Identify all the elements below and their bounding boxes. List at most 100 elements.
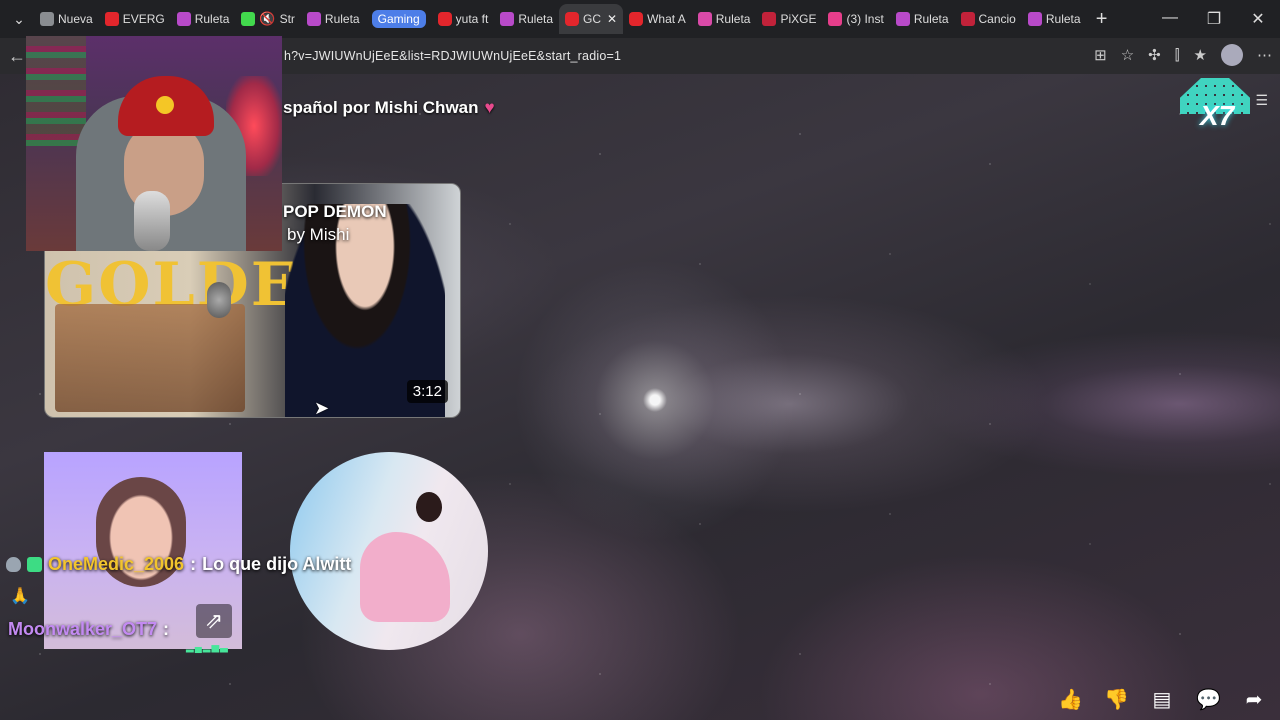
profile-avatar[interactable] — [1221, 44, 1243, 66]
video-duration: 3:12 — [406, 380, 448, 403]
tab-label: Ruleta — [194, 12, 230, 26]
tab-12[interactable]: PiXGE — [756, 4, 822, 34]
youtube-icon — [629, 12, 644, 26]
cap-logo-icon — [156, 96, 174, 114]
circular-photo — [290, 452, 488, 650]
tab-5[interactable]: Ruleta — [301, 4, 366, 34]
tab-favicon-icon — [241, 12, 256, 26]
tab-favicon-icon — [960, 12, 975, 26]
heart-icon: ♥ — [484, 98, 495, 117]
x7-logo: X7 — [1180, 78, 1258, 134]
tab-list: Nueva EVERG Ruleta 🔇 Str Ruleta Gaming yu… — [34, 4, 1087, 34]
microphone-icon — [207, 282, 231, 318]
tab-favicon-icon — [500, 12, 515, 26]
chat-username: Moonwalker_OT7 — [8, 619, 158, 639]
tab-14[interactable]: Ruleta — [890, 4, 955, 34]
playlist-icon[interactable]: ☰ — [1255, 92, 1268, 109]
favorites-icon[interactable]: ★ — [1194, 46, 1207, 64]
share-icon[interactable]: ➦ — [1242, 687, 1266, 712]
tab-10[interactable]: What A — [623, 4, 692, 34]
tab-label: Ruleta — [518, 12, 554, 26]
tab-favicon-icon — [104, 12, 119, 26]
video-title-text: spañol por Mishi Chwan — [283, 98, 479, 117]
toolbar-icons: ⊞ ☆ ✣ ⫿ ★ ⋯ — [1094, 44, 1272, 66]
more-menu-icon[interactable]: ⋯ — [1257, 46, 1272, 64]
tab-13[interactable]: (3) Inst — [822, 4, 889, 34]
thumbnail-title-line1: POP DEMON — [283, 202, 387, 221]
tab-label: Nueva — [58, 12, 93, 26]
chat-separator: : — [190, 554, 197, 574]
tab-11[interactable]: Ruleta — [692, 4, 757, 34]
photo-figure — [360, 532, 450, 622]
tab-3[interactable]: Ruleta — [171, 4, 236, 34]
youtube-icon — [565, 12, 580, 26]
thumbs-down-icon[interactable]: 👎 — [1104, 687, 1129, 712]
chat-username: OneMedic_2006 — [48, 554, 185, 574]
gift-badge-icon — [27, 557, 42, 572]
chat-text: Lo que dijo Alwitt — [202, 554, 352, 574]
tab-label: EVERG — [122, 12, 165, 26]
tab-label: Ruleta — [913, 12, 949, 26]
photo-figure-head — [416, 492, 442, 522]
split-screen-icon[interactable]: ⫿ — [1175, 47, 1180, 64]
comment-icon[interactable]: ▤ — [1150, 687, 1174, 712]
tab-group-gaming[interactable]: Gaming — [366, 4, 432, 34]
tab-favicon-icon — [306, 12, 321, 26]
tab-label: (3) Inst — [846, 12, 884, 26]
close-tab-icon[interactable]: ✕ — [607, 12, 617, 26]
tab-1[interactable]: Nueva — [34, 4, 99, 34]
pray-emote-icon: 🙏 — [10, 588, 30, 605]
video-actions: 👍 👎 ▤ 💬 ➦ — [1058, 687, 1266, 712]
webcam-overlay — [26, 36, 282, 251]
tab-label: GC — [583, 12, 602, 26]
tab-7[interactable]: yuta ft — [432, 4, 495, 34]
tab-label: Ruleta — [324, 12, 360, 26]
chat-message: OneMedic_2006 : Lo que dijo Alwitt — [6, 554, 351, 575]
chat-message: Moonwalker_OT7 : — [8, 619, 169, 640]
restore-icon[interactable]: ❐ — [1192, 9, 1236, 29]
shield-badge-icon — [6, 557, 21, 572]
tab-label: Ruleta — [1045, 12, 1081, 26]
extensions-icon[interactable]: ✣ — [1148, 46, 1161, 64]
app-available-icon[interactable]: ⊞ — [1094, 46, 1107, 64]
thumbnail-title-line2: by Mishi — [287, 225, 350, 244]
chat-icon[interactable]: 💬 — [1196, 687, 1221, 712]
tab-16[interactable]: Ruleta — [1022, 4, 1087, 34]
tab-label: PiXGE — [780, 12, 817, 26]
webcam-microphone-icon — [134, 191, 170, 251]
tab-favicon-icon — [697, 12, 712, 26]
new-tab-button[interactable]: + — [1087, 8, 1117, 31]
close-window-icon[interactable]: ✕ — [1236, 9, 1280, 29]
chat-separator: : — [163, 619, 170, 639]
tab-favicon-icon — [176, 12, 191, 26]
webcam-shelves — [26, 36, 86, 146]
tab-label: Cancio — [978, 12, 1016, 26]
logo-text: X7 — [1200, 100, 1235, 131]
audio-level-icon: ▂▄▂▅▃ — [186, 642, 229, 653]
address-bar[interactable]: h?v=JWIUWnUjEeE&list=RDJWIUWnUjEeE&start… — [284, 49, 621, 63]
tab-label: Str — [279, 12, 295, 26]
tab-favicon-icon — [895, 12, 910, 26]
tab-4[interactable]: 🔇 Str — [235, 4, 301, 34]
instagram-icon — [828, 12, 843, 26]
mute-icon[interactable]: 🔇 — [259, 11, 275, 27]
tab-group-label: Gaming — [371, 10, 426, 28]
video-title: spañol por Mishi Chwan ♥ — [283, 98, 495, 118]
tab-favicon-icon — [762, 12, 777, 26]
tab-15[interactable]: Cancio — [955, 4, 1022, 34]
tab-active[interactable]: GC ✕ — [559, 4, 624, 34]
tab-label: Ruleta — [715, 12, 751, 26]
minimize-icon[interactable]: — — [1148, 9, 1192, 29]
tab-2[interactable]: EVERG — [99, 4, 171, 34]
tab-label: What A — [647, 12, 686, 26]
thumbs-up-icon[interactable]: 👍 — [1058, 687, 1083, 712]
tab-favicon-icon — [40, 12, 54, 26]
tab-8[interactable]: Ruleta — [494, 4, 559, 34]
tab-actions-icon[interactable]: ⌄ — [4, 4, 34, 34]
window-controls: — ❐ ✕ — [1148, 9, 1280, 29]
open-external-icon[interactable]: ⇗ — [196, 604, 232, 638]
favorite-star-icon[interactable]: ☆ — [1121, 46, 1134, 64]
thumbnail-shelf — [55, 304, 245, 412]
mouse-cursor-icon: ➤ — [314, 398, 330, 418]
tab-label: yuta ft — [455, 12, 489, 26]
